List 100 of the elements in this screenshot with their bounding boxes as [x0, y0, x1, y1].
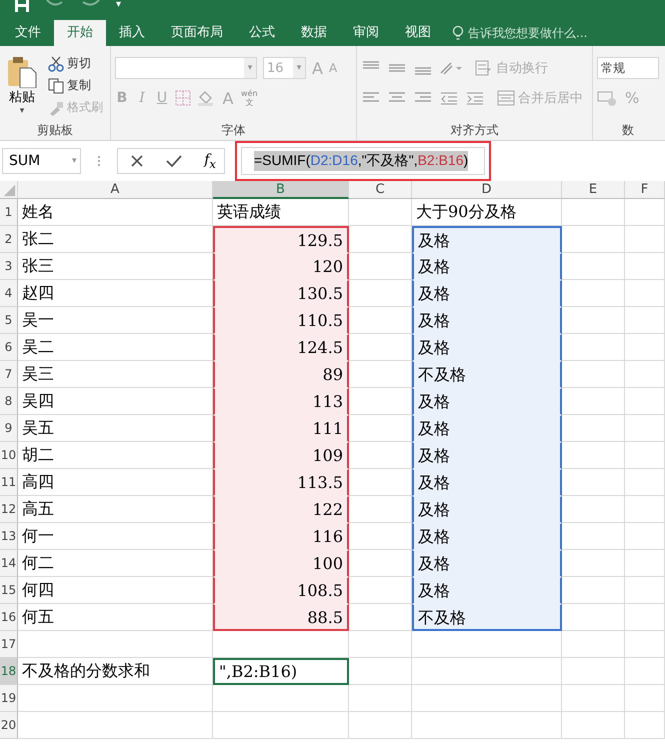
row-header[interactable]: 20 [0, 712, 18, 739]
ribbon-tab[interactable]: 插入 [106, 20, 158, 46]
row-header[interactable]: 7 [0, 361, 18, 388]
caret-icon[interactable]: ▾ [20, 106, 24, 116]
empty-cell [562, 712, 625, 739]
border-icon[interactable] [175, 90, 191, 106]
table-cell: 吴四 [18, 388, 213, 415]
clipboard-icon[interactable] [7, 56, 37, 88]
ribbon-tab[interactable]: 审阅 [340, 20, 392, 46]
row-header[interactable]: 14 [0, 550, 18, 577]
customize-caret[interactable]: ▾ [116, 0, 122, 10]
number-format-field[interactable]: 常规 [597, 57, 659, 79]
ribbon-tab[interactable]: 文件 [2, 20, 54, 46]
ribbon-tab[interactable]: 页面布局 [158, 20, 236, 46]
ribbon-tab[interactable]: 视图 [392, 20, 444, 46]
table-cell: 及格 [412, 550, 562, 577]
ribbon-tab[interactable]: 开始 [54, 20, 106, 46]
table-cell: 吴五 [18, 415, 213, 442]
fill-bucket-icon[interactable] [197, 90, 215, 106]
ribbon-tab[interactable]: 数据 [288, 20, 340, 46]
empty-cell [562, 685, 625, 712]
cut-button[interactable]: 剪切 [48, 54, 103, 73]
ribbon-tab[interactable]: 公式 [236, 20, 288, 46]
row-header[interactable]: 15 [0, 577, 18, 604]
enter-icon[interactable] [166, 154, 182, 168]
table-cell: 111 [213, 415, 349, 442]
redo-icon[interactable] [80, 0, 102, 8]
row-header[interactable]: 11 [0, 469, 18, 496]
scissors-icon[interactable] [48, 56, 64, 72]
table-cell: 何二 [18, 550, 213, 577]
table-cell: 姓名 [18, 199, 213, 226]
column-header[interactable]: C [349, 181, 412, 199]
empty-cell [349, 685, 412, 712]
copy-button[interactable]: 复制 [48, 76, 103, 95]
table-cell: 张三 [18, 253, 213, 280]
table-cell: 100 [213, 550, 349, 577]
column-header[interactable]: A [18, 181, 213, 199]
group-label: 对齐方式 [450, 122, 500, 139]
column-header[interactable]: E [562, 181, 625, 199]
name-box-value: SUM [9, 153, 40, 169]
brush-icon[interactable] [48, 100, 64, 116]
empty-cell [349, 631, 412, 658]
row-header[interactable]: 9 [0, 415, 18, 442]
table-cell: 及格 [412, 280, 562, 307]
table-cell: 及格 [412, 523, 562, 550]
row-header[interactable]: 19 [0, 685, 18, 712]
name-box[interactable]: SUM ▾ [2, 148, 82, 174]
row-header[interactable]: 3 [0, 253, 18, 280]
table-cell: 及格 [412, 226, 562, 253]
orientation-icon[interactable] [439, 60, 463, 76]
paste-button[interactable]: 粘贴 ▾ [4, 50, 40, 122]
empty-cell [625, 226, 665, 253]
empty-cell [625, 712, 665, 739]
empty-cell [562, 199, 625, 226]
column-header[interactable]: F [625, 181, 665, 199]
table-cell: 及格 [412, 496, 562, 523]
table-cell: 及格 [412, 469, 562, 496]
row-header[interactable]: 18 [0, 658, 18, 685]
copy-icon[interactable] [48, 78, 64, 94]
row-header[interactable]: 1 [0, 199, 18, 226]
row-header[interactable]: 17 [0, 631, 18, 658]
column-header[interactable]: D [412, 181, 562, 199]
decrease-indent-icon[interactable] [439, 90, 459, 106]
active-cell-field[interactable]: ",B2:B16) [213, 658, 349, 685]
row-header[interactable]: 4 [0, 280, 18, 307]
currency-icon[interactable] [597, 90, 619, 106]
table-cell: 高四 [18, 469, 213, 496]
row-header[interactable]: 13 [0, 523, 18, 550]
row-header[interactable]: 10 [0, 442, 18, 469]
empty-cell [349, 199, 412, 226]
cancel-icon[interactable] [130, 154, 144, 168]
table-cell: 113.5 [213, 469, 349, 496]
table-cell: 何一 [18, 523, 213, 550]
row-header[interactable]: 8 [0, 388, 18, 415]
grip-icon[interactable] [97, 155, 102, 167]
tell-me-field[interactable]: 告诉我您想要做什么... [452, 20, 588, 46]
row-header[interactable]: 12 [0, 496, 18, 523]
lightbulb-icon[interactable] [452, 25, 464, 41]
table-cell: 高五 [18, 496, 213, 523]
merge-icon[interactable] [497, 90, 515, 106]
row-header[interactable]: 2 [0, 226, 18, 253]
empty-cell [625, 280, 665, 307]
table-cell: 88.5 [213, 604, 349, 631]
group-label: 字体 [220, 122, 246, 139]
table-cell: 赵四 [18, 280, 213, 307]
row-header[interactable]: 5 [0, 307, 18, 334]
table-cell: 不及格 [412, 361, 562, 388]
empty-cell [625, 442, 665, 469]
row-header[interactable]: 16 [0, 604, 18, 631]
save-icon[interactable] [14, 0, 30, 12]
wrap-text-icon[interactable] [475, 60, 493, 76]
insert-function-button[interactable]: f$_{x}$ [204, 152, 216, 170]
table-cell: 129.5 [213, 226, 349, 253]
column-header[interactable]: B [213, 181, 349, 199]
row-header[interactable]: 6 [0, 334, 18, 361]
table-cell: 吴一 [18, 307, 213, 334]
table-cell: 及格 [412, 334, 562, 361]
increase-indent-icon[interactable] [465, 90, 485, 106]
table-cell: 英语成绩 [213, 199, 349, 226]
empty-cell [625, 307, 665, 334]
